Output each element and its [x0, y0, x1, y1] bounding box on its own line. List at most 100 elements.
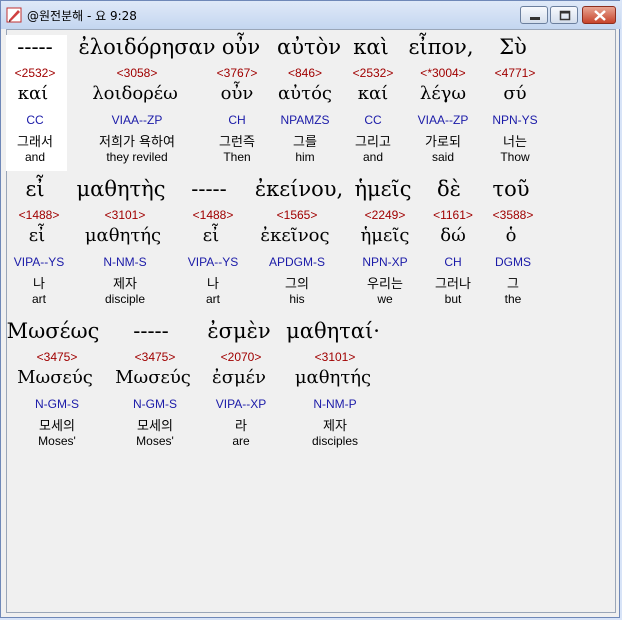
korean-gloss: 저희가 욕하여: [99, 135, 175, 150]
lemma: εἶ: [28, 225, 46, 246]
korean-gloss: 나: [207, 277, 219, 292]
greek-word[interactable]: εἶ: [25, 177, 44, 201]
greek-word[interactable]: Μωσέως: [7, 319, 100, 343]
lemma: ἐσμέν: [212, 367, 266, 388]
greek-word[interactable]: ἐκείνου,: [255, 177, 343, 201]
strong-number[interactable]: <846>: [288, 66, 322, 80]
greek-word[interactable]: -----: [17, 35, 52, 59]
greek-word[interactable]: οὖν: [222, 35, 260, 59]
morph-code[interactable]: CH: [228, 113, 245, 127]
strong-number[interactable]: <4771>: [495, 66, 536, 80]
english-gloss: but: [444, 292, 462, 306]
greek-word[interactable]: αὐτὸν: [277, 35, 341, 59]
lemma: Μωσεύς: [17, 367, 93, 388]
english-gloss: we: [377, 292, 393, 306]
korean-gloss: 그: [507, 277, 519, 292]
english-gloss: they reviled: [106, 150, 168, 164]
morph-code[interactable]: APDGM-S: [269, 255, 325, 269]
lemma: δώ: [440, 225, 466, 246]
strong-number[interactable]: <3475>: [37, 350, 78, 364]
strong-number[interactable]: <3588>: [493, 208, 534, 222]
morph-code[interactable]: NPAMZS: [280, 113, 329, 127]
minimize-button[interactable]: [520, 6, 548, 24]
maximize-button[interactable]: [550, 6, 578, 24]
korean-gloss: 나: [33, 277, 45, 292]
strong-number[interactable]: <1488>: [193, 208, 234, 222]
morph-code[interactable]: VIPA--YS: [14, 255, 64, 269]
strong-number[interactable]: <2249>: [365, 208, 406, 222]
greek-word[interactable]: μαθητὴς: [76, 177, 165, 201]
morph-code[interactable]: N-GM-S: [35, 397, 79, 411]
morph-code[interactable]: N-NM-P: [313, 397, 356, 411]
strong-number[interactable]: <1565>: [277, 208, 318, 222]
minimize-icon: [530, 17, 540, 20]
english-gloss: him: [295, 150, 315, 164]
strong-number[interactable]: <1161>: [433, 208, 473, 222]
english-gloss: said: [431, 150, 455, 164]
strong-number[interactable]: <2070>: [221, 350, 262, 364]
greek-word[interactable]: εἶπον,: [409, 35, 474, 59]
lemma: ἡμεῖς: [360, 225, 410, 246]
greek-word[interactable]: ἐσμὲν: [207, 319, 270, 343]
morph-code[interactable]: CH: [444, 255, 461, 269]
english-gloss: and: [24, 150, 46, 164]
lemma: λοιδορέω: [92, 83, 178, 104]
morph-code[interactable]: VIPA--XP: [216, 397, 266, 411]
strong-number[interactable]: <3101>: [105, 208, 146, 222]
window-title: @원전분해 - 요 9:28: [27, 9, 137, 23]
greek-word[interactable]: μαθηταί·: [286, 319, 380, 343]
english-gloss: the: [504, 292, 522, 306]
korean-gloss: 그를: [293, 135, 317, 150]
lemma: καί: [17, 83, 49, 104]
english-gloss: and: [362, 150, 384, 164]
strong-number[interactable]: <1488>: [19, 208, 60, 222]
korean-gloss: 그의: [285, 277, 309, 292]
korean-gloss: 그런즉: [219, 135, 255, 150]
close-icon: [594, 10, 606, 21]
strong-number[interactable]: <3475>: [135, 350, 176, 364]
lemma: μαθητής: [294, 367, 372, 388]
korean-gloss: 제자: [323, 419, 347, 434]
strong-number[interactable]: <*3004>: [420, 66, 465, 80]
greek-word[interactable]: ἐλοιδόρησαν: [79, 35, 216, 59]
greek-word[interactable]: -----: [191, 177, 226, 201]
morph-code[interactable]: N-GM-S: [133, 397, 177, 411]
korean-gloss: 우리는: [367, 277, 403, 292]
morph-code[interactable]: NPN-YS: [492, 113, 537, 127]
greek-word[interactable]: τοῦ: [492, 177, 529, 201]
greek-word[interactable]: καὶ: [353, 35, 389, 59]
lemma: αὐτός: [278, 83, 332, 104]
greek-word[interactable]: -----: [133, 319, 168, 343]
english-gloss: Thow: [500, 150, 530, 164]
title-bar[interactable]: @원전분해 - 요 9:28: [1, 1, 621, 29]
korean-gloss: 제자: [113, 277, 137, 292]
strong-number[interactable]: <3767>: [217, 66, 258, 80]
korean-gloss: 라: [235, 419, 247, 434]
strong-number[interactable]: <2532>: [15, 66, 56, 80]
morph-code[interactable]: N-NM-S: [103, 255, 146, 269]
korean-gloss: 모세의: [137, 419, 173, 434]
english-gloss: art: [205, 292, 221, 306]
english-gloss: are: [232, 434, 250, 448]
lemma: οὖν: [220, 83, 254, 104]
greek-word[interactable]: ἡμεῖς: [354, 177, 411, 201]
strong-number[interactable]: <2532>: [353, 66, 394, 80]
lemma: μαθητής: [84, 225, 162, 246]
close-button[interactable]: [582, 6, 616, 24]
greek-word[interactable]: δὲ: [437, 177, 461, 201]
morph-code[interactable]: CC: [364, 113, 381, 127]
english-gloss: disciples: [311, 434, 359, 448]
greek-word[interactable]: Σὺ: [499, 35, 527, 59]
strong-number[interactable]: <3101>: [315, 350, 356, 364]
strong-number[interactable]: <3058>: [117, 66, 158, 80]
morph-code[interactable]: VIPA--YS: [188, 255, 238, 269]
morph-code[interactable]: CC: [26, 113, 43, 127]
morph-code[interactable]: VIAA--ZP: [112, 113, 163, 127]
english-gloss: his: [289, 292, 305, 306]
korean-gloss: 모세의: [39, 419, 75, 434]
morph-code[interactable]: NPN-XP: [362, 255, 407, 269]
english-gloss: disciple: [104, 292, 146, 306]
morph-code[interactable]: DGMS: [495, 255, 531, 269]
morph-code[interactable]: VIAA--ZP: [418, 113, 469, 127]
lemma: ὁ: [505, 225, 517, 246]
